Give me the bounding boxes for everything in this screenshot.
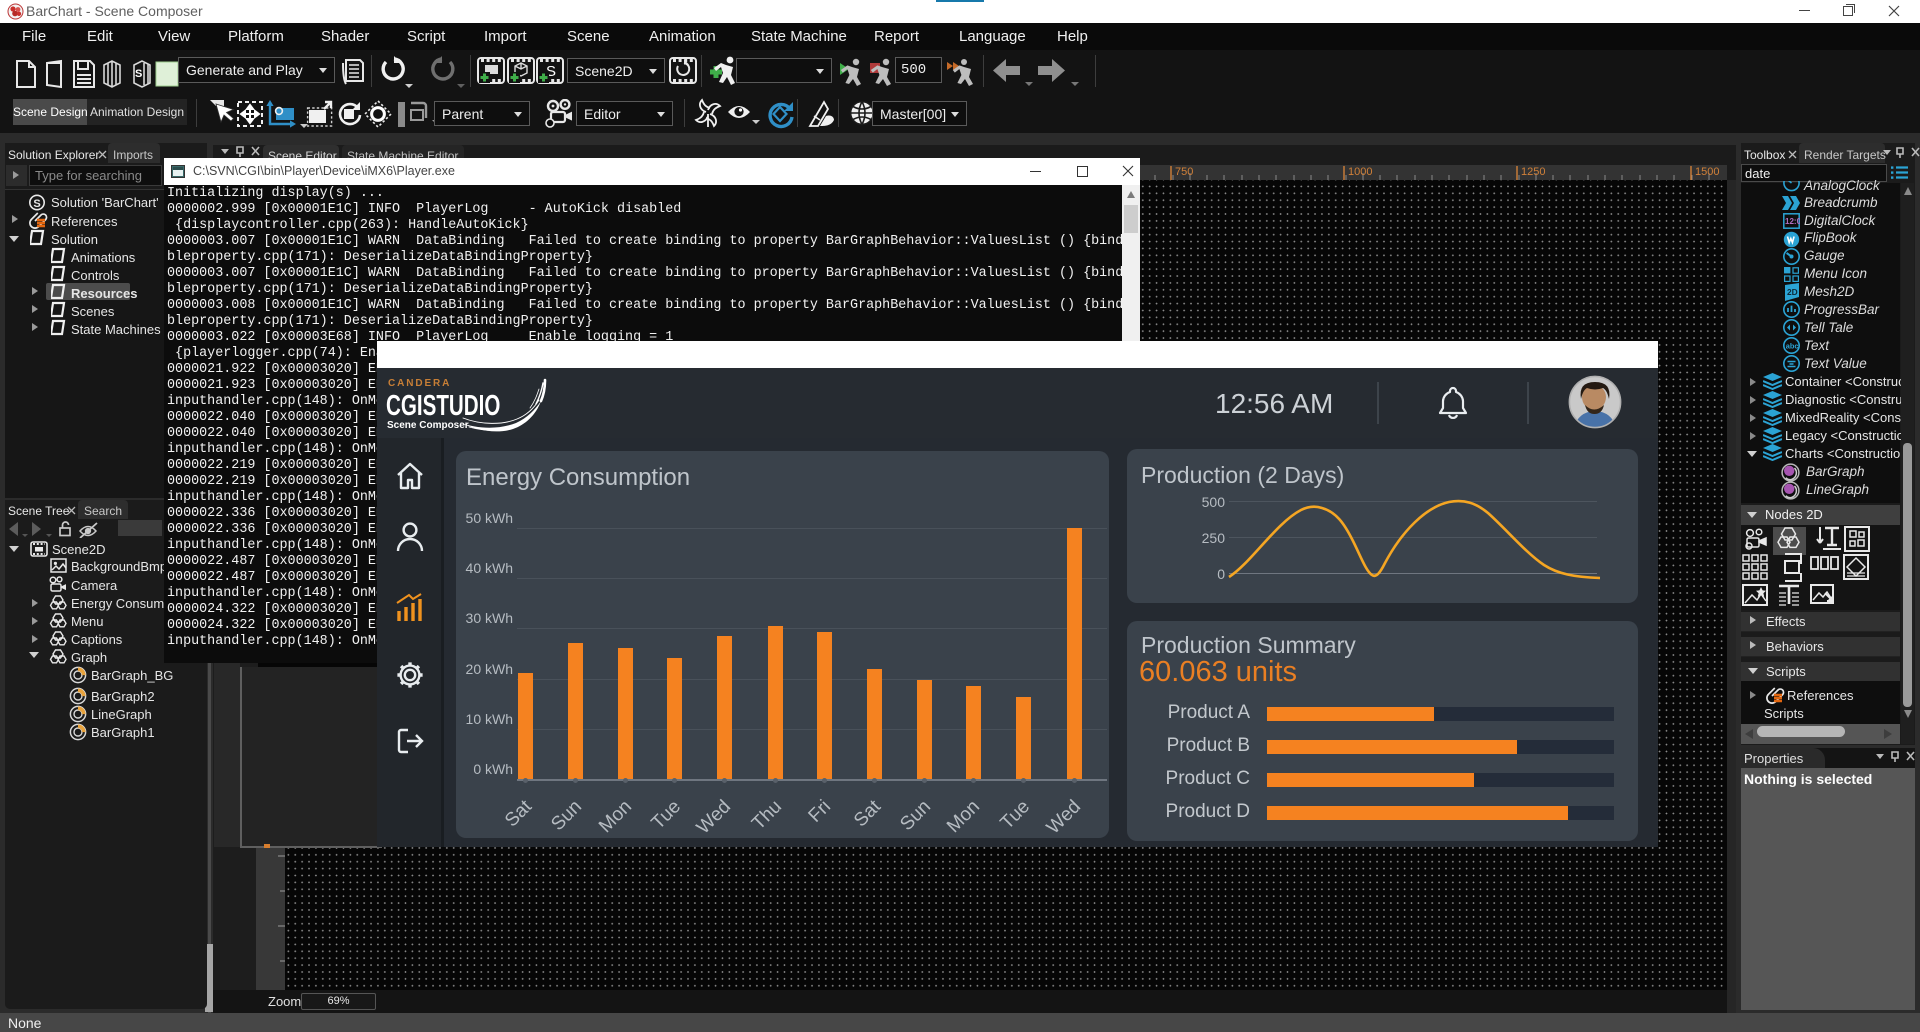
svg-text:S: S: [135, 68, 142, 80]
svg-text:1250: 1250: [1521, 166, 1545, 178]
svg-text:abc: abc: [1786, 341, 1799, 350]
svg-text:12:0: 12:0: [1785, 217, 1800, 226]
svg-text:1000: 1000: [1348, 166, 1372, 178]
svg-text:S: S: [33, 198, 40, 210]
svg-text:2D: 2D: [1787, 287, 1798, 297]
svg-text:1500: 1500: [1695, 166, 1719, 178]
svg-text:750: 750: [1175, 166, 1193, 178]
